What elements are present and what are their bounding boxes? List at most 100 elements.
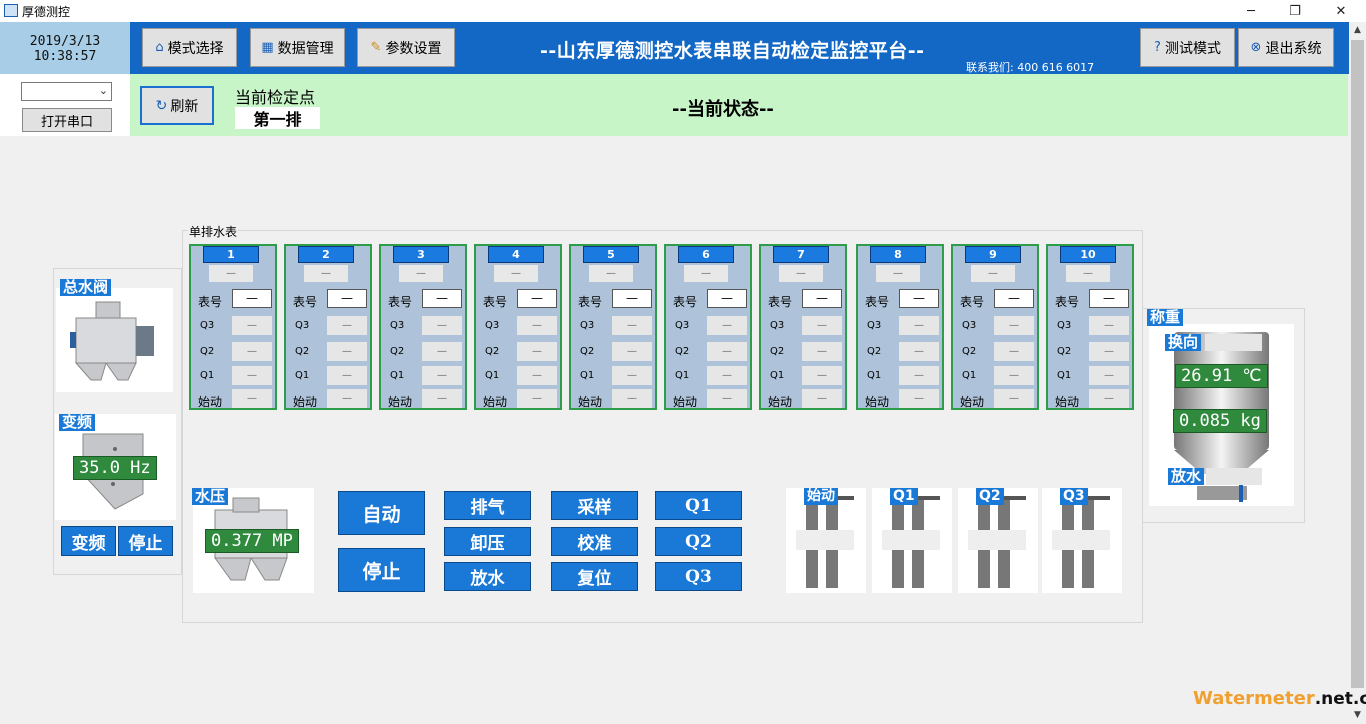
meter-row-label-q3: Q3 [675,320,690,331]
current-point-value: 第一排 [235,107,320,129]
meter-row-label-meter-no: 表号 [388,295,413,309]
data-manage-button[interactable]: ▦ 数据管理 [250,28,345,67]
meter-number: 6 [678,246,734,263]
scroll-up-icon[interactable]: ▲ [1349,22,1366,39]
meter-row-label-start: 始动 [865,395,890,409]
mode-select-button[interactable]: ⌂ 模式选择 [142,28,237,67]
param-settings-button[interactable]: ✎ 参数设置 [357,28,455,67]
scroll-down-icon[interactable]: ▼ [1349,707,1366,724]
meter-number: 9 [965,246,1021,263]
meter-field-q1: — [802,366,842,385]
meter-row-label-start: 始动 [1055,395,1080,409]
unload-button[interactable]: 卸压 [444,527,531,556]
meter-row-label-start: 始动 [388,395,413,409]
meter-row-label-start: 始动 [960,395,985,409]
meter-status: — [494,265,538,282]
drain-button[interactable]: 放水 [444,562,531,591]
meter-field-q1: — [327,366,367,385]
mode-select-label: 模式选择 [167,40,224,57]
auto-button[interactable]: 自动 [338,491,425,535]
meter-row-label-q3: Q3 [485,320,500,331]
meter-status: — [876,265,920,282]
main-valve-image [56,288,173,392]
weigh-drain-label[interactable]: 放水 [1168,468,1205,485]
vertical-scrollbar[interactable]: ▲ ▼ [1349,22,1366,724]
meter-row-label-q1: Q1 [770,370,785,381]
meter-field-meter-no[interactable]: — [232,289,272,308]
q1-button[interactable]: Q1 [655,491,742,520]
meter-row-label-start: 始动 [293,395,318,409]
meter-field-meter-no[interactable]: — [802,289,842,308]
current-state: --当前状态-- [672,99,774,120]
exit-button[interactable]: ⊗ 退出系统 [1238,28,1334,67]
meter-row-label-q2: Q2 [200,346,215,357]
minimize-button[interactable]: ─ [1228,0,1274,22]
meter-field-q1: — [1089,366,1129,385]
valve-start-label[interactable]: 始动 [804,488,838,505]
close-button[interactable]: ✕ [1318,0,1364,22]
vfd-label: 变频 [59,414,96,431]
valve-q1-label[interactable]: Q1 [890,488,918,505]
meter-row-label-start: 始动 [198,395,223,409]
meter-field-meter-no[interactable]: — [994,289,1034,308]
q3-button[interactable]: Q3 [655,562,742,591]
meter-field-q3: — [517,316,557,335]
meter-field-meter-no[interactable]: — [422,289,462,308]
meter-card: 6 — 表号 — Q3 — Q2 — Q1 — 始动 — [664,244,752,410]
test-mode-button[interactable]: ? 测试模式 [1140,28,1235,67]
meter-card: 7 — 表号 — Q3 — Q2 — Q1 — 始动 — [759,244,847,410]
meter-row-label-meter-no: 表号 [865,295,890,309]
pressure-readout: 0.377 MP [205,529,299,553]
pressure-label: 水压 [192,488,229,505]
meter-row-label-start: 始动 [768,395,793,409]
meter-field-q2: — [1089,342,1129,361]
meter-number: 10 [1060,246,1116,263]
switch-direction-indicator [1205,334,1262,351]
calibrate-button[interactable]: 校准 [551,527,638,556]
meter-field-q3: — [422,316,462,335]
param-settings-label: 参数设置 [385,40,442,57]
meter-number: 7 [773,246,829,263]
chevron-down-icon: ⌄ [98,84,108,97]
meter-row-label-start: 始动 [673,395,698,409]
meter-field-meter-no[interactable]: — [707,289,747,308]
meter-field-meter-no[interactable]: — [1089,289,1129,308]
exhaust-button[interactable]: 排气 [444,491,531,520]
meter-number: 2 [298,246,354,263]
app-icon [4,4,18,17]
meter-field-q2: — [994,342,1034,361]
meter-card: 9 — 表号 — Q3 — Q2 — Q1 — 始动 — [951,244,1039,410]
title-bar: 厚德测控 ─ ❐ ✕ [0,0,1366,22]
sample-button[interactable]: 采样 [551,491,638,520]
restore-button[interactable]: ❐ [1272,0,1318,22]
stop-button[interactable]: 停止 [338,548,425,592]
valve-q3-label[interactable]: Q3 [1060,488,1088,505]
meter-field-meter-no[interactable]: — [899,289,939,308]
meter-field-start: — [612,389,652,408]
meter-field-q2: — [707,342,747,361]
meter-row-label-q1: Q1 [675,370,690,381]
scroll-thumb[interactable] [1351,40,1364,688]
meter-field-start: — [899,389,939,408]
meter-status: — [971,265,1015,282]
open-port-button[interactable]: 打开串口 [22,108,112,132]
valve-q2-label[interactable]: Q2 [976,488,1004,505]
refresh-button[interactable]: ↻ 刷新 [140,86,214,125]
meter-field-meter-no[interactable]: — [327,289,367,308]
meter-field-start: — [802,389,842,408]
valve-q3-image: Q3 [1042,488,1122,593]
reset-button[interactable]: 复位 [551,562,638,591]
main-valve-label[interactable]: 总水阀 [60,279,112,296]
wrench-icon: ✎ [370,40,382,55]
meter-field-meter-no[interactable]: — [517,289,557,308]
switch-direction-label[interactable]: 换向 [1165,334,1202,351]
serial-port-select[interactable]: ⌄ [21,82,112,101]
q2-button[interactable]: Q2 [655,527,742,556]
vfd-stop-button[interactable]: 停止 [118,526,173,556]
meter-card: 10 — 表号 — Q3 — Q2 — Q1 — 始动 — [1046,244,1134,410]
meter-field-q2: — [232,342,272,361]
meter-row-label-q2: Q2 [580,346,595,357]
meter-field-meter-no[interactable]: — [612,289,652,308]
vfd-button[interactable]: 变频 [61,526,116,556]
meter-field-q1: — [994,366,1034,385]
